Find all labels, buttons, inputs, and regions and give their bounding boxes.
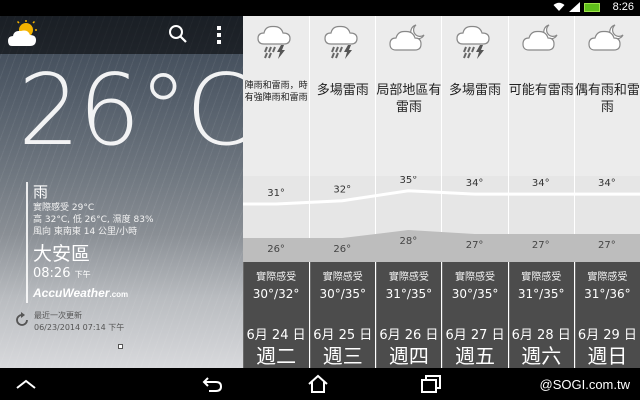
signal-icon xyxy=(569,2,580,12)
forecast-day[interactable]: 偶有雨和雷雨 實際感受 31°/36° 6月 29 日 週日 xyxy=(573,16,640,368)
forecast-day[interactable]: 多場雷雨 實際感受 30°/35° 6月 27 日 週五 xyxy=(441,16,508,368)
refresh-icon[interactable] xyxy=(14,312,30,328)
navigation-bar: @SOGI.com.tw xyxy=(0,368,640,400)
forecast-weekday: 週三 xyxy=(322,344,363,368)
realfeel-value: 31°/35° xyxy=(385,287,433,301)
local-time-ampm: 下午 xyxy=(74,270,91,279)
forecast-weekday: 週日 xyxy=(587,344,628,368)
forecast-weekday: 週六 xyxy=(521,344,562,368)
page-indicator xyxy=(118,344,123,349)
realfeel-value: 31°/36° xyxy=(584,287,631,301)
last-update-time: 06/23/2014 07:14 下午 xyxy=(34,323,125,332)
battery-icon xyxy=(584,2,600,12)
realfeel-label: 實際感受 xyxy=(256,272,297,283)
last-update-label: 最近一次更新 xyxy=(34,311,82,320)
realfeel-label: 實際感受 xyxy=(322,272,363,283)
forecast-condition: 可能有雷雨 xyxy=(508,83,574,98)
forecast-condition: 局部地區有雷雨 xyxy=(376,83,442,115)
realfeel-label: 實際感受 xyxy=(455,272,496,283)
realfeel-label: 實際感受 xyxy=(388,272,429,283)
partly-cloudy-moon-icon xyxy=(588,24,624,51)
action-bar xyxy=(0,16,243,54)
back-icon[interactable] xyxy=(200,374,224,394)
forecast-day[interactable]: 可能有雷雨 實際感受 31°/35° 6月 28 日 週六 xyxy=(507,16,574,368)
forecast-weekday: 週四 xyxy=(388,344,429,368)
partly-cloudy-moon-icon xyxy=(522,24,558,51)
partly-cloudy-moon-icon xyxy=(389,24,425,51)
local-time-value: 08:26 xyxy=(33,266,71,281)
current-details: 雨 實際感受 29°C 高 32°C, 低 26°C, 濕度 83% 風向 東南… xyxy=(26,182,236,303)
location-name[interactable]: 大安區 xyxy=(33,242,236,266)
forecast-weekday: 週二 xyxy=(256,344,297,368)
forecast-condition: 多場雷雨 xyxy=(449,83,502,98)
overflow-menu-icon[interactable] xyxy=(216,26,222,44)
forecast-condition: 陣雨和雷雨，時有強陣雨和雷雨 xyxy=(244,81,308,103)
hilo-humidity-text: 高 32°C, 低 26°C, 濕度 83% xyxy=(33,215,154,225)
wifi-icon xyxy=(553,2,565,11)
thunderstorm-icon xyxy=(257,25,291,59)
chevron-up-icon[interactable] xyxy=(14,374,38,394)
wind-text: 風向 東南東 14 公里/小時 xyxy=(33,227,138,237)
current-condition: 雨 xyxy=(33,183,49,201)
forecast-day[interactable]: 多場雷雨 實際感受 30°/35° 6月 25 日 週三 xyxy=(309,16,376,368)
forecast-weekday: 週五 xyxy=(455,344,496,368)
partly-cloudy-sun-icon[interactable] xyxy=(8,20,40,48)
brand-name: AccuWeather xyxy=(33,286,110,300)
search-icon[interactable] xyxy=(168,24,188,44)
realfeel-value: 30°/32° xyxy=(252,287,300,301)
accuweather-logo[interactable]: AccuWeather.com xyxy=(33,285,236,303)
current-weather-panel: 26°C 雨 實際感受 29°C 高 32°C, 低 26°C, 濕度 83% … xyxy=(0,16,243,368)
realfeel-label: 實際感受 xyxy=(521,272,562,283)
local-time: 08:26 下午 xyxy=(33,266,236,283)
realfeel-value: 30°/35° xyxy=(319,287,367,301)
thunderstorm-icon xyxy=(324,25,358,59)
realfeel-label: 實際感受 xyxy=(587,272,628,283)
realfeel-value: 31°/35° xyxy=(517,287,565,301)
forecast-day[interactable]: 陣雨和雷雨，時有強陣雨和雷雨 實際感受 30°/32° 6月 24 日 週二 xyxy=(243,16,310,368)
status-bar: 8:26 xyxy=(0,0,640,16)
daily-forecast: 陣雨和雷雨，時有強陣雨和雷雨 實際感受 30°/32° 6月 24 日 週二 多… xyxy=(243,16,640,368)
realfeel-value: 30°/35° xyxy=(451,287,499,301)
recent-apps-icon[interactable] xyxy=(418,374,442,394)
thunderstorm-icon xyxy=(456,25,491,59)
status-time: 8:26 xyxy=(612,1,634,13)
realfeel-text: 實際感受 29°C xyxy=(33,203,95,213)
home-icon[interactable] xyxy=(306,374,330,394)
brand-suffix: .com xyxy=(109,290,129,299)
forecast-condition: 多場雷雨 xyxy=(316,83,369,98)
watermark: @SOGI.com.tw xyxy=(539,377,631,392)
current-temperature: 26°C xyxy=(18,54,243,168)
forecast-day[interactable]: 局部地區有雷雨 實際感受 31°/35° 6月 26 日 週四 xyxy=(375,16,442,368)
forecast-condition: 偶有雨和雷雨 xyxy=(574,83,640,115)
